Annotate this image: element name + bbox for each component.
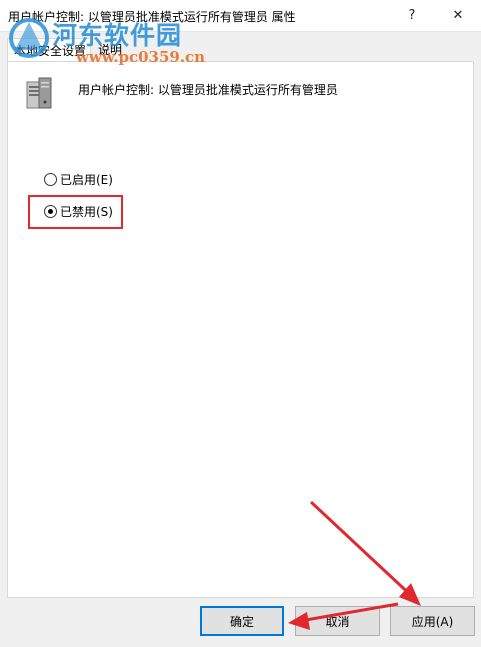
radio-enabled[interactable]: 已启用(E) bbox=[44, 171, 113, 188]
close-button[interactable]: ✕ bbox=[435, 0, 481, 31]
help-button[interactable]: ? bbox=[389, 0, 435, 31]
title-bar: 用户帐户控制: 以管理员批准模式运行所有管理员 属性 ? ✕ bbox=[0, 0, 481, 31]
highlight-box bbox=[28, 195, 123, 229]
ok-button[interactable]: 确定 bbox=[200, 606, 284, 636]
tab-local-security-setting[interactable]: 本地安全设置 bbox=[7, 38, 91, 62]
tab-label: 说明 bbox=[98, 43, 123, 57]
close-icon: ✕ bbox=[452, 8, 464, 23]
window-title: 用户帐户控制: 以管理员批准模式运行所有管理员 属性 bbox=[8, 10, 296, 24]
tab-label: 本地安全设置 bbox=[14, 44, 87, 58]
tab-panel bbox=[7, 61, 474, 598]
help-icon: ? bbox=[408, 8, 416, 23]
server-policy-icon bbox=[26, 77, 52, 109]
radio-enabled-circle[interactable] bbox=[44, 173, 57, 186]
tab-explain[interactable]: 说明 bbox=[92, 38, 132, 60]
radio-enabled-label: 已启用(E) bbox=[60, 173, 113, 187]
cancel-button[interactable]: 取消 bbox=[295, 606, 380, 636]
apply-button[interactable]: 应用(A) bbox=[390, 606, 475, 636]
policy-name: 用户帐户控制: 以管理员批准模式运行所有管理员 bbox=[78, 83, 338, 97]
